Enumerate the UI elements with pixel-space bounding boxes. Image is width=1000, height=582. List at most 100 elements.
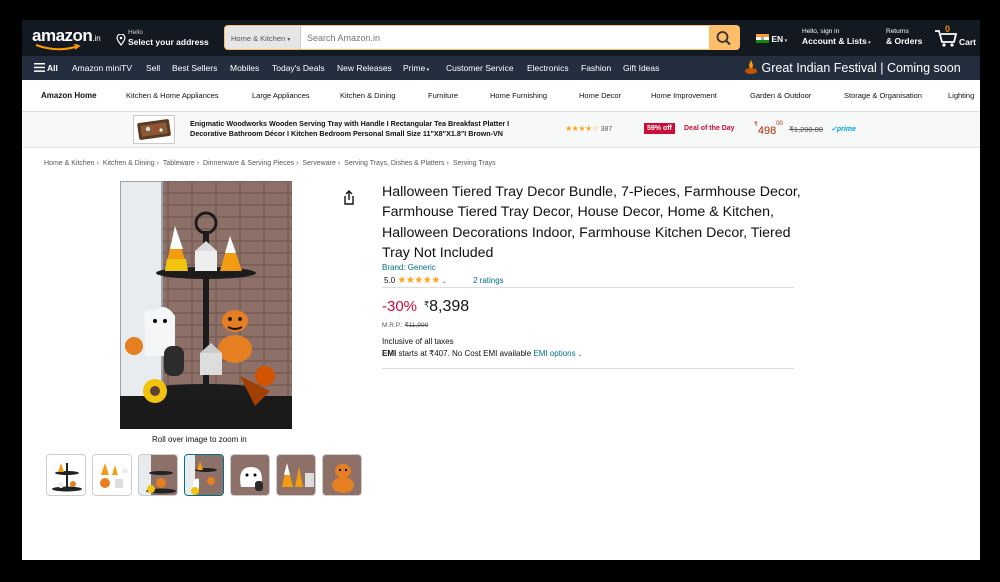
category-home-decor[interactable]: Home Decor [579, 80, 621, 112]
breadcrumb-dinnerware[interactable]: Dinnerware & Serving Pieces [203, 160, 294, 167]
nav-item-todays-deals[interactable]: Today's Deals [272, 56, 325, 80]
breadcrumb: Home & Kitchen › Kitchen & Dining › Tablew… [44, 160, 498, 167]
thumbnail-3[interactable] [138, 454, 178, 496]
festival-banner[interactable]: Great Indian Festival | Coming soon [744, 56, 961, 80]
all-menu-button[interactable]: All [34, 56, 58, 80]
chevron-down-icon: ⌄ [441, 279, 447, 285]
nav-item-gift-ideas[interactable]: Gift Ideas [623, 56, 659, 80]
nav-item-new-releases[interactable]: New Releases [337, 56, 392, 80]
promo-price-fraction: 00 [776, 121, 783, 127]
wooden-tray-image [137, 119, 171, 140]
section-divider [382, 368, 794, 369]
breadcrumb-tableware[interactable]: Tableware [163, 160, 195, 167]
nav-item-customer-service[interactable]: Customer Service [446, 56, 514, 80]
search-department-label: Home & Kitchen [231, 34, 286, 43]
brand-link[interactable]: Brand: Generic [382, 263, 436, 272]
breadcrumb-home-kitchen[interactable]: Home & Kitchen [44, 160, 95, 167]
nav-prime-label: Prime [403, 63, 426, 73]
thumbnail-pieces-image [100, 463, 128, 488]
promo-product-image[interactable] [133, 115, 175, 144]
category-kitchen-home-appliances[interactable]: Kitchen & Home Appliances [126, 80, 219, 112]
account-label: Account & Lists [802, 36, 867, 46]
diya-lamp-icon [745, 60, 757, 74]
breadcrumb-separator: › [196, 160, 200, 167]
emi-text: starts at ₹407. No Cost EMI available [396, 349, 534, 358]
category-garden-outdoor[interactable]: Garden & Outdoor [750, 80, 811, 112]
thumbnail-1[interactable] [46, 454, 86, 496]
share-button[interactable] [342, 190, 356, 211]
thumbnail-4-selected[interactable] [184, 454, 224, 496]
browser-page: amazon.in Hello Select your address Home… [22, 20, 980, 560]
top-header: amazon.in Hello Select your address Home… [22, 20, 980, 56]
nav-item-fashion[interactable]: Fashion [581, 56, 611, 80]
thumbnail-6[interactable] [276, 454, 316, 496]
breadcrumb-serving-trays-dishes[interactable]: Serving Trays, Dishes & Platters [344, 160, 444, 167]
sponsored-promo-banner[interactable]: Enigmatic Woodworks Wooden Serving Tray … [22, 112, 980, 148]
returns-orders[interactable]: Returns & Orders [886, 28, 922, 46]
logo-text: amazon [32, 26, 93, 45]
nav-item-electronics[interactable]: Electronics [527, 56, 569, 80]
breadcrumb-serving-trays[interactable]: Serving Trays [453, 160, 496, 167]
nav-item-minitv[interactable]: Amazon miniTV [72, 56, 132, 80]
cart-button[interactable]: 0 Cart [934, 24, 978, 51]
main-product-image[interactable] [120, 181, 292, 429]
thumbnail-pumpkin-image [323, 455, 361, 495]
product-title: Halloween Tiered Tray Decor Bundle, 7-Pi… [382, 184, 801, 261]
promo-mrp: ₹1,200.00 [789, 125, 823, 134]
deliver-to-location[interactable]: Hello Select your address [116, 29, 209, 47]
price-value: 8,398 [429, 298, 470, 315]
category-home-improvement[interactable]: Home Improvement [651, 80, 717, 112]
halloween-tiered-tray-image [120, 181, 292, 429]
thumbnail-2[interactable] [92, 454, 132, 496]
breadcrumb-kitchen-dining[interactable]: Kitchen & Dining [103, 160, 155, 167]
thumbnail-7[interactable] [322, 454, 362, 496]
caret-down-icon: ▾ [783, 38, 788, 44]
mrp-label: M.R.P.: [382, 322, 403, 329]
mrp-value: ₹11,999 [404, 322, 429, 329]
thumbnail-ghost-image [231, 455, 269, 495]
caret-down-icon: ▾ [287, 37, 291, 43]
promo-rating[interactable]: ★★★★☆ 387 [565, 124, 612, 133]
chevron-down-icon: ⌄ [575, 352, 583, 358]
language-selector[interactable]: EN ▾ [756, 34, 787, 44]
category-kitchen-dining[interactable]: Kitchen & Dining [340, 80, 395, 112]
promo-discount-badge: 59% off [644, 123, 675, 134]
promo-title-line2[interactable]: Decorative Bathroom Décor I Kitchen Bedr… [190, 129, 509, 139]
rating-value: 5.0 [384, 276, 396, 285]
five-star-icon: ★★★★★ [397, 275, 440, 286]
thumbnail-5[interactable] [230, 454, 270, 496]
hamburger-icon [34, 63, 45, 72]
category-storage-organisation[interactable]: Storage & Organisation [844, 80, 922, 112]
prime-badge: ✓prime [831, 126, 856, 133]
account-lists[interactable]: Hello, sign in Account & Lists ▾ [802, 28, 871, 48]
search-input[interactable] [303, 26, 709, 49]
promo-deal-label: Deal of the Day [684, 125, 735, 132]
promo-price: ₹49800 [754, 121, 783, 139]
amazon-logo[interactable]: amazon.in [32, 26, 110, 51]
search-department-select[interactable]: Home & Kitchen ▾ [225, 26, 301, 49]
category-lighting[interactable]: Lighting [948, 80, 974, 112]
location-label: Select your address [128, 37, 209, 47]
logo-suffix: .in [92, 34, 101, 43]
nav-item-prime[interactable]: Prime ▾ [403, 56, 429, 80]
discount-percent: -30% [382, 298, 418, 315]
nav-item-best-sellers[interactable]: Best Sellers [172, 56, 217, 80]
promo-title-line1[interactable]: Enigmatic Woodworks Wooden Serving Tray … [190, 119, 509, 129]
search-button[interactable] [709, 26, 739, 49]
nav-item-mobiles[interactable]: Mobiles [230, 56, 259, 80]
search-bar: Home & Kitchen ▾ [224, 25, 740, 50]
share-icon [344, 190, 354, 205]
festival-text: Great Indian Festival | Coming soon [761, 61, 961, 75]
product-rating[interactable]: 5.0 ★★★★★ ⌄ [384, 275, 447, 286]
breadcrumb-serveware[interactable]: Serveware [302, 160, 335, 167]
breadcrumb-separator: › [156, 160, 159, 167]
category-furniture[interactable]: Furniture [428, 80, 458, 112]
ratings-count-link[interactable]: 2 ratings [473, 276, 504, 285]
emi-options-link[interactable]: EMI options [533, 349, 575, 358]
category-large-appliances[interactable]: Large Appliances [252, 80, 310, 112]
nav-item-sell[interactable]: Sell [146, 56, 160, 80]
promo-rating-count: 387 [600, 126, 613, 133]
all-menu-label: All [47, 63, 58, 73]
amazon-home-link[interactable]: Amazon Home [41, 80, 97, 112]
category-home-furnishing[interactable]: Home Furnishing [490, 80, 547, 112]
